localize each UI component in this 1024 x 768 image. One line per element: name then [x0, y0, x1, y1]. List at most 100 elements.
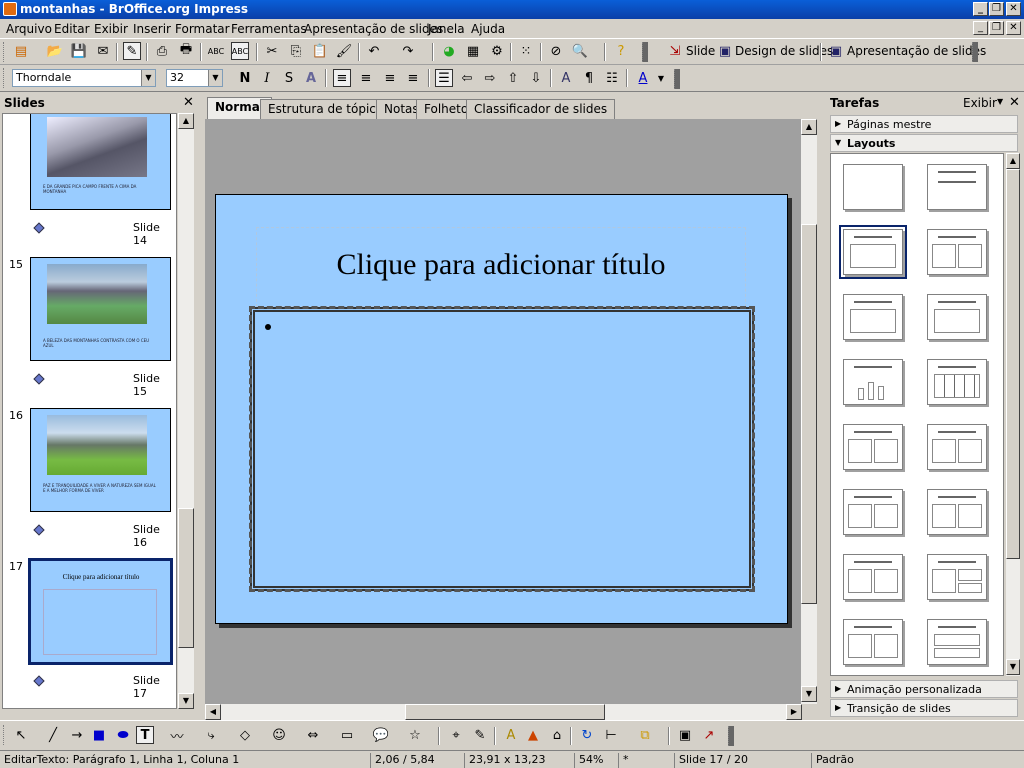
- menu-inserir[interactable]: Inserir: [133, 22, 171, 36]
- fontwork-icon[interactable]: A: [502, 726, 520, 744]
- doc-minimize-button[interactable]: _: [973, 21, 988, 35]
- from-file-icon[interactable]: ▲: [524, 726, 542, 744]
- email-icon[interactable]: ✉: [94, 42, 112, 60]
- presentation-icon[interactable]: ▣: [827, 42, 845, 60]
- edit-mode-icon[interactable]: ✎: [123, 42, 141, 60]
- toolbar-overflow-icon[interactable]: [674, 69, 680, 89]
- block-arrows-icon[interactable]: ⇔: [304, 726, 322, 744]
- doc-close-button[interactable]: ✕: [1006, 21, 1021, 35]
- slide-title-placeholder[interactable]: Clique para adicionar título: [256, 227, 746, 307]
- callouts-icon[interactable]: 💬: [372, 726, 390, 744]
- chevron-down-icon[interactable]: ▼: [141, 70, 155, 86]
- navigator-icon[interactable]: ⚙: [488, 42, 506, 60]
- menu-janela[interactable]: Janela: [428, 22, 465, 36]
- flowchart-icon[interactable]: ▭: [338, 726, 356, 744]
- close-icon[interactable]: ✕: [1009, 95, 1020, 110]
- slide-thumbnail-17-selected[interactable]: Clique para adicionar título: [28, 558, 173, 665]
- format-paintbrush-icon[interactable]: 🖌: [335, 42, 353, 60]
- design-button-label[interactable]: Design de slides: [735, 44, 833, 58]
- glue-points-icon[interactable]: ✎: [471, 726, 489, 744]
- scrollbar-thumb[interactable]: [178, 508, 194, 648]
- slide-thumbnail-14[interactable]: E DA GRANDE PICA CAMPO FRENTE A CIMA DA …: [30, 114, 171, 210]
- alignment-icon[interactable]: ⊢: [602, 726, 620, 744]
- scroll-up-button[interactable]: ▲: [178, 113, 194, 129]
- grid-icon[interactable]: ⁙: [517, 42, 535, 60]
- slides-scrollbar[interactable]: ▲ ▼: [178, 113, 194, 709]
- move-up-icon[interactable]: ⇧: [504, 69, 522, 87]
- bullets-numbering-icon[interactable]: ☷: [603, 69, 621, 87]
- toolbar-grip[interactable]: [3, 725, 6, 745]
- scroll-right-button[interactable]: ▶: [786, 704, 802, 720]
- scrollbar-thumb[interactable]: [801, 224, 817, 604]
- move-down-icon[interactable]: ⇩: [527, 69, 545, 87]
- rectangle-icon[interactable]: ■: [90, 726, 108, 744]
- symbol-shapes-icon[interactable]: ☺: [270, 726, 288, 744]
- section-layouts[interactable]: ▼ Layouts: [830, 134, 1018, 152]
- menu-apresentacao[interactable]: Apresentação de slides: [304, 22, 443, 36]
- layout-text-clipart[interactable]: [843, 489, 903, 535]
- save-icon[interactable]: 💾: [70, 42, 88, 60]
- interaction-icon[interactable]: ↗: [700, 726, 718, 744]
- tab-slide-sorter[interactable]: Classificador de slides: [466, 99, 616, 119]
- layouts-gallery[interactable]: [830, 153, 1004, 676]
- scroll-left-button[interactable]: ◀: [205, 704, 221, 720]
- layout-text-object[interactable]: [843, 554, 903, 600]
- slide-icon[interactable]: ⇲: [666, 42, 684, 60]
- scroll-down-button[interactable]: ▼: [1006, 659, 1020, 675]
- layout-text-chart[interactable]: [927, 424, 987, 470]
- toolbar-grip[interactable]: [3, 42, 6, 62]
- outline-icon[interactable]: A: [302, 69, 320, 87]
- font-size-combo[interactable]: 32 ▼: [166, 69, 223, 87]
- rotate-icon[interactable]: ↻: [578, 726, 596, 744]
- chevron-down-icon[interactable]: ▼: [208, 70, 222, 86]
- copy-icon[interactable]: ⎘: [287, 42, 305, 60]
- slide-thumbnail-list[interactable]: E DA GRANDE PICA CAMPO FRENTE A CIMA DA …: [2, 113, 177, 709]
- bullets-icon[interactable]: ☰: [435, 69, 453, 87]
- text-icon[interactable]: T: [136, 726, 154, 744]
- menu-ajuda[interactable]: Ajuda: [471, 22, 505, 36]
- layout-title-chart[interactable]: [843, 359, 903, 405]
- align-left-icon[interactable]: ≡: [333, 69, 351, 87]
- status-zoom[interactable]: 54%: [574, 753, 603, 768]
- layout-chart-text[interactable]: [927, 489, 987, 535]
- arrange-icon[interactable]: ⧉: [636, 726, 654, 744]
- basic-shapes-icon[interactable]: ◇: [236, 726, 254, 744]
- chart-icon[interactable]: ◕: [440, 42, 458, 60]
- toolbar-overflow-icon[interactable]: [728, 726, 734, 746]
- close-icon[interactable]: ✕: [183, 95, 194, 110]
- paste-icon[interactable]: 📋: [311, 42, 329, 60]
- new-document-icon[interactable]: ▤: [12, 42, 30, 60]
- align-center-icon[interactable]: ≡: [357, 69, 375, 87]
- align-right-icon[interactable]: ≡: [381, 69, 399, 87]
- close-window-button[interactable]: ✕: [1006, 2, 1021, 16]
- section-custom-animation[interactable]: ▶ Animação personalizada: [830, 680, 1018, 698]
- line-icon[interactable]: ╱: [44, 726, 62, 744]
- scroll-up-button[interactable]: ▲: [1006, 153, 1020, 169]
- points-icon[interactable]: ⌖: [447, 726, 465, 744]
- spellcheck-icon[interactable]: ABC: [207, 42, 225, 60]
- autospellcheck-icon[interactable]: ABC: [231, 42, 249, 60]
- paragraph-icon[interactable]: ¶: [580, 69, 598, 87]
- toolbar-grip[interactable]: [3, 68, 6, 88]
- stars-icon[interactable]: ☆: [406, 726, 424, 744]
- minimize-button[interactable]: _: [973, 2, 988, 16]
- connector-icon[interactable]: ⤷: [202, 726, 220, 744]
- layout-title-content-selected[interactable]: [839, 225, 907, 279]
- toolbar-overflow-icon[interactable]: [642, 42, 648, 62]
- design-icon[interactable]: ▣: [716, 42, 734, 60]
- shadow-object-icon[interactable]: ▣: [676, 726, 694, 744]
- toolbar-overflow-icon[interactable]: [972, 42, 978, 62]
- layout-title-table[interactable]: [927, 359, 987, 405]
- gallery-icon[interactable]: ⌂: [548, 726, 566, 744]
- redo-icon[interactable]: ↷: [399, 42, 417, 60]
- section-slide-transition[interactable]: ▶ Transição de slides: [830, 699, 1018, 717]
- task-pane-view-menu[interactable]: Exibir: [963, 96, 997, 110]
- layouts-scrollbar[interactable]: ▲ ▼: [1006, 153, 1020, 676]
- scroll-down-button[interactable]: ▼: [801, 686, 817, 702]
- section-master-pages[interactable]: ▶ Páginas mestre: [830, 115, 1018, 133]
- undo-icon[interactable]: ↶: [365, 42, 383, 60]
- promote-icon[interactable]: ⇦: [458, 69, 476, 87]
- scroll-down-button[interactable]: ▼: [178, 693, 194, 709]
- zoom-icon[interactable]: 🔍: [571, 42, 589, 60]
- print-icon[interactable]: 🖶: [177, 42, 195, 60]
